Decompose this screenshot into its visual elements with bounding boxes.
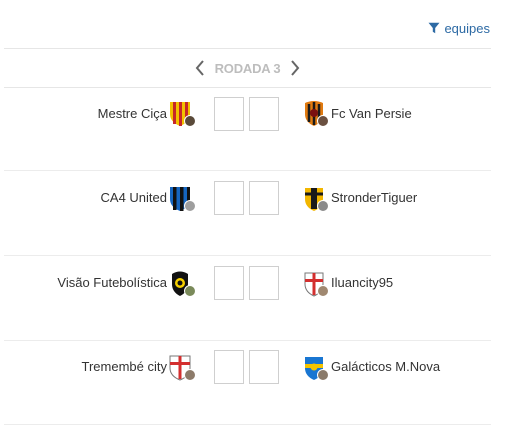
home-team-name: Visão Futebolística	[57, 275, 167, 290]
round-navigator: RODADA 3	[4, 48, 491, 88]
home-team-crest-icon	[169, 355, 196, 381]
away-team-crest-icon	[305, 101, 329, 127]
home-score-input[interactable]	[214, 181, 244, 215]
next-round-button[interactable]	[288, 58, 302, 78]
away-team-name: StronderTiguer	[331, 190, 418, 205]
filter-teams-button[interactable]: equipes	[428, 20, 490, 36]
filter-icon	[428, 22, 440, 34]
home-team-name: Mestre Ciça	[97, 106, 167, 121]
away-score-input[interactable]	[249, 266, 279, 300]
round-label: RODADA 3	[214, 60, 281, 76]
chevron-left-icon	[195, 60, 204, 76]
away-team-crest-icon	[305, 357, 329, 381]
match-row: Mestre Ciça Fc Van Persie	[4, 86, 491, 171]
home-score-input[interactable]	[214, 97, 244, 131]
away-team-name: Galácticos M.Nova	[331, 359, 441, 374]
previous-round-button[interactable]	[193, 58, 207, 78]
home-team-crest-icon	[170, 102, 196, 127]
away-score-input[interactable]	[249, 350, 279, 384]
away-team-crest-icon	[305, 188, 329, 212]
away-score-input[interactable]	[249, 97, 279, 131]
away-score-input[interactable]	[249, 181, 279, 215]
away-team-name: Fc Van Persie	[331, 106, 412, 121]
match-row: Tremembé city Galácticos M.Nova	[4, 340, 491, 425]
match-row: CA4 United StronderTiguer	[4, 171, 491, 256]
home-score-input[interactable]	[214, 350, 244, 384]
home-team-name: Tremembé city	[81, 359, 167, 374]
filter-label: equipes	[444, 20, 490, 36]
away-team-name: Iluancity95	[331, 275, 394, 290]
match-row: Visão Futebolística Iluancity95	[4, 256, 491, 341]
home-score-input[interactable]	[214, 266, 244, 300]
home-team-name: CA4 United	[100, 190, 167, 205]
away-team-crest-icon	[304, 272, 329, 297]
home-team-crest-icon	[170, 187, 196, 212]
home-team-crest-icon	[172, 271, 196, 297]
chevron-right-icon	[291, 60, 300, 76]
